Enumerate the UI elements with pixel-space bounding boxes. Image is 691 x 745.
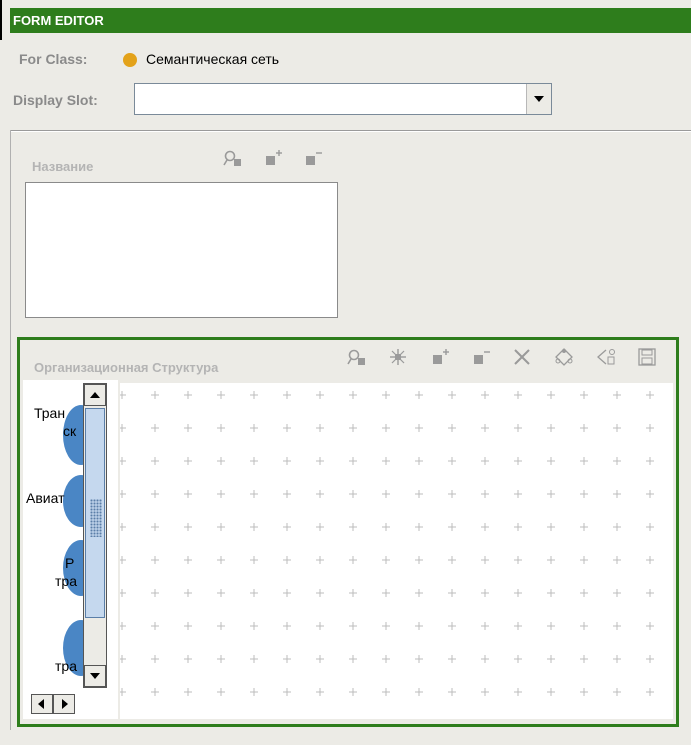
grid-crosses [118, 391, 654, 696]
view-icon[interactable] [346, 347, 368, 367]
class-icon [123, 53, 137, 67]
name-listbox[interactable] [25, 182, 338, 318]
divider-highlight [10, 131, 691, 132]
display-slot-select[interactable] [134, 83, 552, 115]
org-widget-label: Организационная Структура [34, 360, 219, 375]
connect-icon[interactable] [595, 347, 617, 367]
view-icon[interactable] [222, 148, 244, 168]
horizontal-scrollbar[interactable] [31, 694, 77, 714]
remove-icon[interactable] [302, 148, 324, 168]
scroll-thumb[interactable] [85, 408, 105, 618]
save-icon[interactable] [636, 347, 658, 367]
node-label: Авиат [26, 490, 65, 506]
grip [90, 499, 102, 537]
scroll-left-button[interactable] [31, 694, 53, 714]
chevron-right-icon [62, 699, 68, 709]
remove-icon[interactable] [470, 347, 492, 367]
window-edge [0, 0, 2, 40]
chevron-left-icon [38, 699, 44, 709]
node-label: Тран [34, 405, 66, 421]
node-label: тра [55, 573, 77, 589]
graph-canvas[interactable] [118, 383, 673, 719]
scroll-up-button[interactable] [84, 384, 106, 406]
add-icon[interactable] [429, 347, 451, 367]
chevron-up-icon [90, 392, 100, 398]
layout-icon[interactable] [553, 347, 575, 367]
add-icon[interactable] [262, 148, 284, 168]
node-label: тра [55, 658, 77, 674]
node-label: Р [65, 555, 75, 571]
scroll-right-button[interactable] [53, 694, 75, 714]
chevron-down-icon[interactable] [526, 84, 551, 114]
node-label: ск [63, 423, 77, 439]
display-slot-label: Display Slot: [13, 92, 98, 108]
delete-icon[interactable] [511, 347, 533, 367]
panel-edge [10, 130, 11, 730]
name-widget-label: Название [32, 159, 94, 174]
zoom-icon[interactable] [387, 347, 409, 367]
chevron-down-icon [90, 673, 100, 679]
form-editor-title: FORM EDITOR [10, 8, 691, 33]
for-class-label: For Class: [19, 51, 88, 67]
scroll-down-button[interactable] [84, 665, 106, 687]
for-class-value: Семантическая сеть [146, 51, 280, 67]
vertical-scrollbar[interactable] [83, 383, 107, 688]
form-editor-window: FORM EDITOR For Class: Семантическая сет… [0, 0, 691, 745]
